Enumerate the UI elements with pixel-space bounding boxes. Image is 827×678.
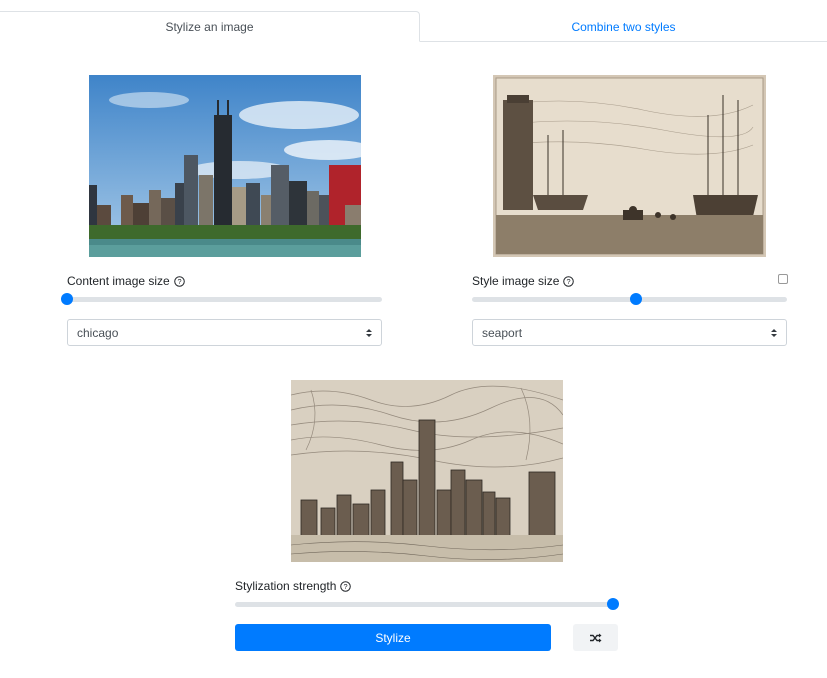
help-icon[interactable]: ? — [340, 580, 352, 592]
style-image-select[interactable]: seaport — [472, 319, 787, 346]
content-size-label-group: Content image size ? — [67, 274, 185, 288]
help-icon[interactable]: ? — [173, 275, 185, 287]
stylization-strength-slider[interactable] — [235, 598, 619, 610]
stylization-strength-label: Stylization strength — [235, 579, 337, 593]
stylized-output-image — [291, 380, 563, 562]
style-image — [493, 75, 766, 257]
content-size-slider-thumb[interactable] — [61, 293, 73, 305]
style-image-select-value: seaport — [482, 325, 523, 340]
stylization-label-group: Stylization strength ? — [235, 579, 352, 593]
randomize-button[interactable] — [573, 624, 618, 651]
content-image-select[interactable]: chicago — [67, 319, 382, 346]
select-caret-icon — [771, 329, 777, 337]
style-size-slider-thumb[interactable] — [629, 293, 642, 305]
content-size-label: Content image size — [67, 274, 170, 288]
help-icon[interactable]: ? — [563, 275, 575, 287]
content-image-select-value: chicago — [77, 325, 119, 340]
content-size-slider[interactable] — [61, 293, 382, 305]
style-size-label-group: Style image size ? — [472, 274, 575, 288]
content-image — [89, 75, 361, 257]
style-size-slider[interactable] — [472, 293, 787, 305]
style-size-label: Style image size — [472, 274, 560, 288]
svg-text:?: ? — [177, 277, 181, 286]
stylization-strength-slider-thumb[interactable] — [607, 598, 619, 610]
tab-stylize-image[interactable]: Stylize an image — [0, 11, 420, 42]
select-caret-icon — [366, 329, 372, 337]
shuffle-icon — [589, 633, 601, 642]
svg-text:?: ? — [567, 277, 571, 286]
stylize-button[interactable]: Stylize — [235, 624, 551, 651]
style-options-checkbox[interactable] — [778, 274, 788, 284]
svg-text:?: ? — [344, 582, 348, 591]
tab-combine-styles[interactable]: Combine two styles — [420, 11, 827, 42]
tab-bar: Stylize an image Combine two styles — [0, 0, 827, 42]
